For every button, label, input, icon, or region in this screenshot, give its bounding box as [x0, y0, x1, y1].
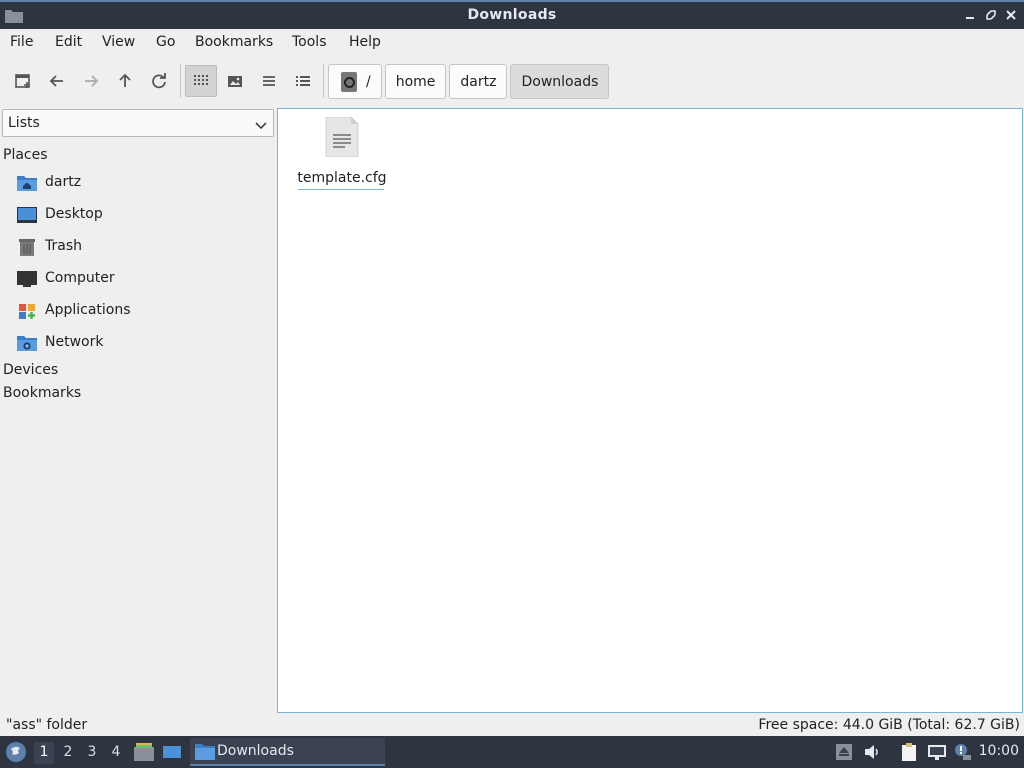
sidebar-item-label: Computer [45, 270, 115, 286]
workspace-4[interactable]: 4 [106, 742, 126, 764]
compact-view-icon[interactable] [253, 65, 285, 97]
minimize-icon[interactable] [963, 8, 977, 22]
folder-icon [195, 743, 215, 760]
breadcrumb-root[interactable]: / [328, 64, 382, 99]
eject-icon[interactable] [834, 742, 854, 762]
toolbar: / home dartz Downloads [0, 57, 1024, 107]
file-manager-launcher-icon[interactable] [133, 741, 155, 763]
menu-bar: File Edit View Go Bookmarks Tools Help [0, 29, 1024, 57]
new-tab-icon[interactable] [7, 65, 39, 97]
sidebar-item-label: Applications [45, 302, 131, 318]
text-file-icon [325, 116, 359, 158]
reload-icon[interactable] [143, 65, 175, 97]
breadcrumb-home[interactable]: home [384, 64, 447, 99]
menu-tools[interactable]: Tools [292, 34, 327, 50]
file-focus-underline [298, 189, 384, 190]
applications-icon [17, 301, 37, 321]
menu-file[interactable]: File [10, 34, 33, 50]
menu-help[interactable]: Help [349, 34, 381, 50]
file-name: template.cfg [297, 170, 387, 186]
breadcrumb: / home dartz Downloads [328, 64, 610, 99]
file-item[interactable]: template.cfg [296, 116, 388, 190]
file-view[interactable]: template.cfg [277, 108, 1023, 713]
sidebar-section-devices[interactable]: Devices [3, 362, 58, 378]
sidebar-item-applications[interactable]: Applications [0, 296, 276, 326]
menu-bookmarks[interactable]: Bookmarks [195, 34, 273, 50]
chevron-down-icon [255, 118, 267, 134]
sidebar-item-label: Desktop [45, 206, 103, 222]
window-title: Downloads [467, 7, 557, 23]
show-desktop-icon[interactable] [161, 741, 183, 763]
filesystem-root-icon [341, 71, 357, 92]
sidebar-mode-label: Lists [8, 115, 40, 131]
up-arrow-icon[interactable] [109, 65, 141, 97]
icon-view-icon[interactable] [185, 65, 217, 97]
sidebar-item-label: Network [45, 334, 104, 350]
sidebar-item-label: Trash [45, 238, 82, 254]
status-selection-text: "ass" folder [6, 717, 88, 733]
sidebar-section-bookmarks[interactable]: Bookmarks [3, 385, 81, 401]
status-bar: "ass" folder Free space: 44.0 GiB (Total… [0, 714, 1024, 736]
trash-icon [17, 237, 37, 257]
toolbar-separator [180, 64, 181, 98]
workspace-1[interactable]: 1 [34, 742, 54, 764]
breadcrumb-downloads[interactable]: Downloads [510, 64, 610, 99]
sidebar-item-trash[interactable]: Trash [0, 232, 276, 262]
taskbar: 1 2 3 4 Downloads 10:00 [0, 736, 1024, 768]
maximize-icon[interactable] [984, 8, 998, 22]
home-folder-icon [17, 173, 37, 193]
sidebar-item-dartz[interactable]: dartz [0, 168, 276, 198]
forward-arrow-icon[interactable] [75, 65, 107, 97]
sidebar-section-places[interactable]: Places [3, 147, 48, 163]
sidebar-item-desktop[interactable]: Desktop [0, 200, 276, 230]
desktop-icon [17, 205, 37, 225]
breadcrumb-root-label: / [366, 73, 371, 90]
thumbnail-view-icon[interactable] [219, 65, 251, 97]
volume-icon[interactable] [862, 742, 882, 762]
network-folder-icon [17, 333, 37, 353]
sidebar-item-computer[interactable]: Computer [0, 264, 276, 294]
title-bar: Downloads [0, 0, 1024, 29]
taskbar-window-downloads[interactable]: Downloads [190, 738, 385, 766]
toolbar-separator [323, 64, 324, 98]
detailed-list-icon[interactable] [287, 65, 319, 97]
back-arrow-icon[interactable] [41, 65, 73, 97]
workspace-3[interactable]: 3 [82, 742, 102, 764]
sidebar: Lists Places dartz Desktop Trash Compute… [0, 107, 276, 713]
close-icon[interactable] [1004, 8, 1018, 22]
clock: 10:00 [978, 743, 1019, 759]
sidebar-item-network[interactable]: Network [0, 328, 276, 358]
clipboard-icon[interactable] [899, 742, 919, 762]
status-free-space: Free space: 44.0 GiB (Total: 62.7 GiB) [758, 717, 1020, 733]
sidebar-item-label: dartz [45, 174, 82, 190]
taskbar-window-label: Downloads [217, 743, 294, 759]
start-menu-icon[interactable] [5, 741, 27, 763]
sidebar-mode-select[interactable]: Lists [2, 109, 274, 137]
notification-icon[interactable] [952, 742, 972, 762]
menu-go[interactable]: Go [156, 34, 175, 50]
workspace-2[interactable]: 2 [58, 742, 78, 764]
menu-view[interactable]: View [102, 34, 135, 50]
network-icon[interactable] [927, 742, 947, 762]
menu-edit[interactable]: Edit [55, 34, 82, 50]
breadcrumb-dartz[interactable]: dartz [449, 64, 508, 99]
computer-icon [17, 269, 37, 289]
